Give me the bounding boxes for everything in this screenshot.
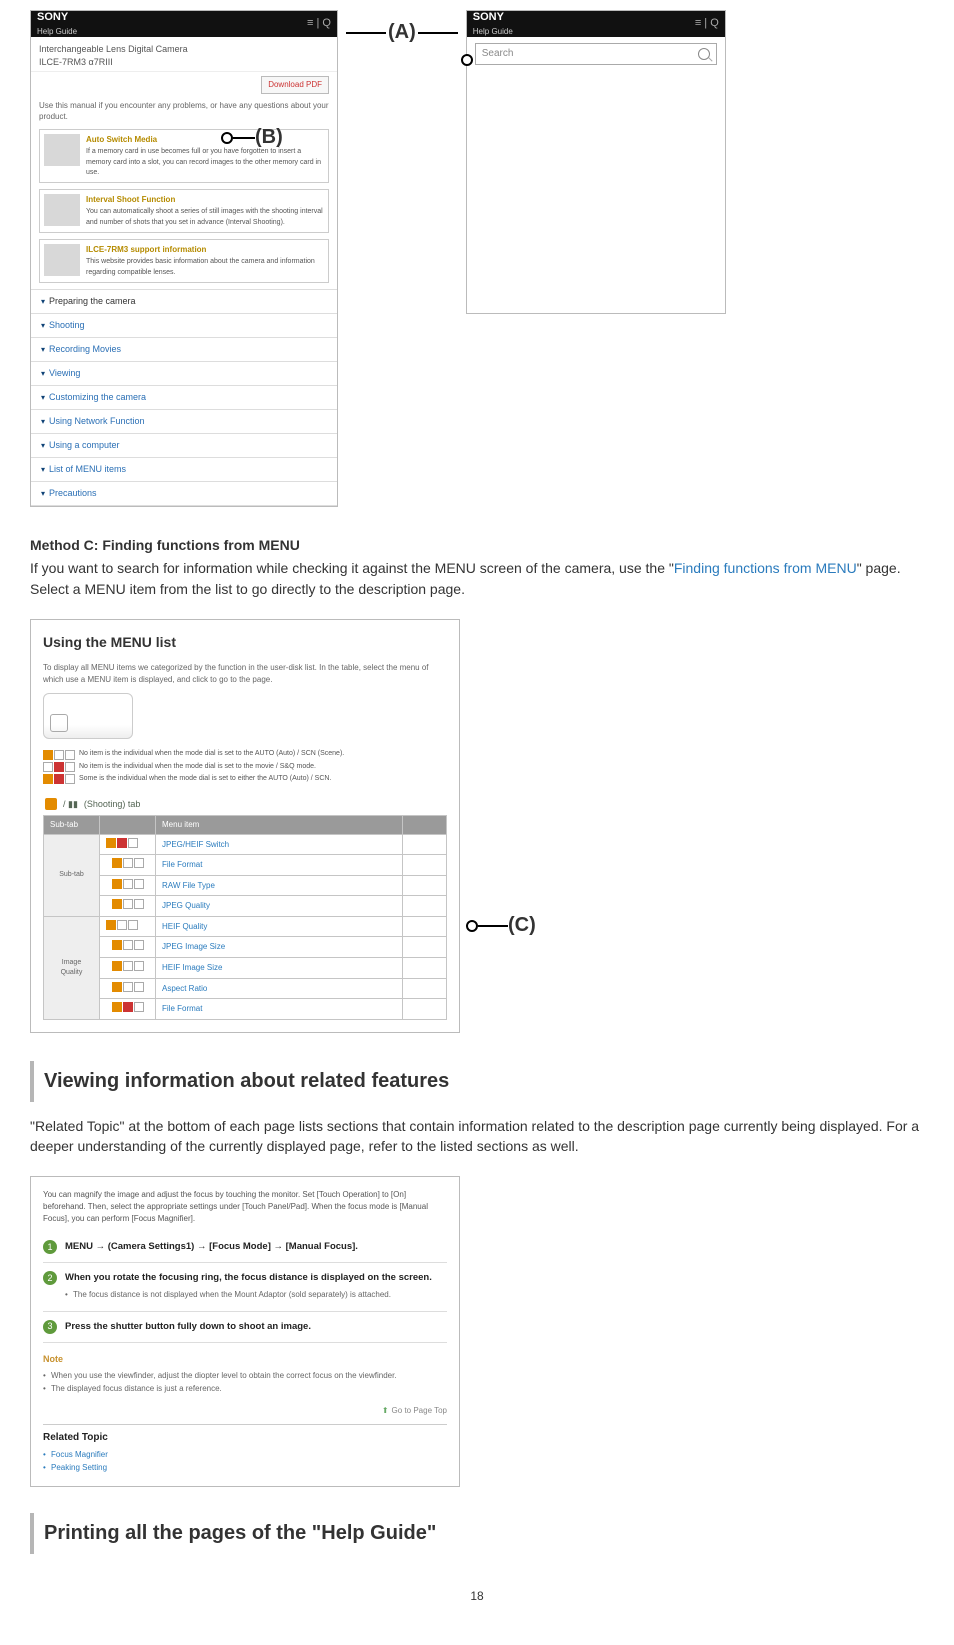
acc-item[interactable]: Precautions	[31, 482, 337, 506]
step-bold: Press the shutter button fully down to s…	[65, 1321, 311, 1332]
menu-link[interactable]: RAW File Type	[156, 875, 403, 896]
acc-item[interactable]: List of MENU items	[31, 458, 337, 482]
title-bar: SONY Help Guide ≡ | Q	[31, 11, 337, 37]
mid-intro: To display all MENU items we categorized…	[43, 662, 447, 685]
card-thumb	[44, 194, 80, 226]
method-c-heading: Method C: Finding functions from MENU	[30, 535, 924, 555]
printing-heading: Printing all the pages of the "Help Guid…	[30, 1513, 924, 1554]
subbrand: Help Guide	[473, 26, 513, 38]
pointer-dot	[461, 54, 473, 66]
brand: SONY	[473, 10, 513, 26]
feature-card: ILCE-7RM3 support information This websi…	[39, 239, 329, 283]
step-bold: When you rotate the focusing ring, the f…	[65, 1272, 432, 1283]
label-A: (A)	[388, 18, 416, 47]
related-topic-mock: You can magnify the image and adjust the…	[30, 1176, 460, 1487]
card-title: Interval Shoot Function	[86, 194, 324, 206]
menu-link[interactable]: File Format	[156, 999, 403, 1020]
viewing-para: "Related Topic" at the bottom of each pa…	[30, 1116, 924, 1157]
step-number: 2	[43, 1271, 57, 1285]
step-row: 3 Press the shutter button fully down to…	[43, 1312, 447, 1343]
card-title: ILCE-7RM3 support information	[86, 244, 324, 256]
download-pdf-button[interactable]: Download PDF	[261, 76, 329, 94]
mid-title: Using the MENU list	[43, 632, 447, 652]
group-cell: Image Quality	[44, 916, 100, 1019]
menu-link[interactable]: HEIF Image Size	[156, 958, 403, 979]
label-C-pointer: (C)	[466, 911, 536, 940]
search-icon	[698, 48, 710, 60]
acc-item[interactable]: Shooting	[31, 314, 337, 338]
menu-link[interactable]: Aspect Ratio	[156, 978, 403, 999]
up-icon: ⬆	[382, 1406, 389, 1415]
help-guide-left-mock: SONY Help Guide ≡ | Q Interchangeable Le…	[30, 10, 338, 507]
th: Sub-tab	[44, 815, 100, 834]
tab-label: / ▮▮ (Shooting) tab	[43, 798, 447, 811]
menu-link[interactable]: JPEG Image Size	[156, 937, 403, 958]
legend-line: No item is the individual when the mode …	[43, 762, 447, 772]
step-number: 3	[43, 1320, 57, 1334]
label-A-pointer: (A)	[346, 18, 458, 47]
label-C: (C)	[508, 911, 536, 940]
lead-text: You can magnify the image and adjust the…	[43, 1189, 447, 1224]
step-extra: The focus distance is not displayed when…	[73, 1289, 447, 1301]
related-link[interactable]: Focus Magnifier	[51, 1449, 447, 1461]
menu-link[interactable]: JPEG Quality	[156, 896, 403, 917]
th	[100, 815, 156, 834]
th	[403, 815, 447, 834]
menu-icon: ≡ | Q	[695, 16, 719, 32]
brand: SONY	[37, 10, 77, 26]
subbrand: Help Guide	[37, 26, 77, 38]
label-B: (B)	[221, 123, 283, 152]
card-thumb	[44, 134, 80, 166]
acc-item[interactable]: Customizing the camera	[31, 386, 337, 410]
step-row: 1 MENU → (Camera Settings1) → [Focus Mod…	[43, 1232, 447, 1263]
step-number: 1	[43, 1240, 57, 1254]
top-screenshot-row: SONY Help Guide ≡ | Q Interchangeable Le…	[30, 10, 924, 507]
menu-table: Sub-tab Menu item Sub-tab JPEG/HEIF Swit…	[43, 815, 447, 1020]
note-heading: Note	[43, 1353, 447, 1366]
acc-item[interactable]: Viewing	[31, 362, 337, 386]
method-c-para: If you want to search for information wh…	[30, 558, 924, 599]
card-text: If a memory card in use becomes full or …	[86, 147, 324, 177]
card-title: Auto Switch Media	[86, 134, 324, 146]
menu-link[interactable]: JPEG/HEIF Switch	[156, 834, 403, 855]
product-subtitle: Interchangeable Lens Digital Camera ILCE…	[31, 37, 337, 72]
accordion: Preparing the camera Shooting Recording …	[31, 289, 337, 506]
page-top-link[interactable]: ⬆Go to Page Top	[43, 1405, 447, 1417]
menu-icon: ≡ | Q	[307, 16, 331, 32]
menu-link[interactable]: File Format	[156, 855, 403, 876]
card-thumb	[44, 244, 80, 276]
step-bold: MENU → (Camera Settings1) → [Focus Mode]…	[65, 1241, 358, 1252]
search-box[interactable]: Search	[475, 43, 717, 65]
card-text: You can automatically shoot a series of …	[86, 207, 324, 227]
legend-line: Some is the individual when the mode dia…	[43, 774, 447, 784]
menu-link[interactable]: HEIF Quality	[156, 916, 403, 937]
note-item: When you use the viewfinder, adjust the …	[51, 1370, 447, 1382]
feature-card: Interval Shoot Function You can automati…	[39, 189, 329, 233]
group-cell: Sub-tab	[44, 834, 100, 916]
page-number: 18	[30, 1588, 924, 1605]
related-link[interactable]: Peaking Setting	[51, 1462, 447, 1474]
menu-list-mock: Using the MENU list To display all MENU …	[30, 619, 460, 1033]
legend-line: No item is the individual when the mode …	[43, 749, 447, 759]
note-item: The displayed focus distance is just a r…	[51, 1383, 447, 1395]
acc-item[interactable]: Preparing the camera	[31, 290, 337, 314]
th: Menu item	[156, 815, 403, 834]
acc-item[interactable]: Using Network Function	[31, 410, 337, 434]
card-text: This website provides basic information …	[86, 257, 324, 277]
acc-item[interactable]: Using a computer	[31, 434, 337, 458]
related-heading: Related Topic	[43, 1424, 447, 1448]
camera-illustration	[43, 693, 133, 739]
acc-item[interactable]: Recording Movies	[31, 338, 337, 362]
viewing-heading: Viewing information about related featur…	[30, 1061, 924, 1102]
finding-functions-link[interactable]: Finding functions from MENU	[674, 560, 857, 576]
title-bar: SONY Help Guide ≡ | Q	[467, 11, 725, 37]
search-placeholder: Search	[476, 47, 698, 62]
intro-text: Use this manual if you encounter any pro…	[31, 100, 337, 129]
step-row: 2 When you rotate the focusing ring, the…	[43, 1263, 447, 1311]
help-guide-right-mock: SONY Help Guide ≡ | Q Search	[466, 10, 726, 314]
feature-card: Auto Switch Media If a memory card in us…	[39, 129, 329, 183]
